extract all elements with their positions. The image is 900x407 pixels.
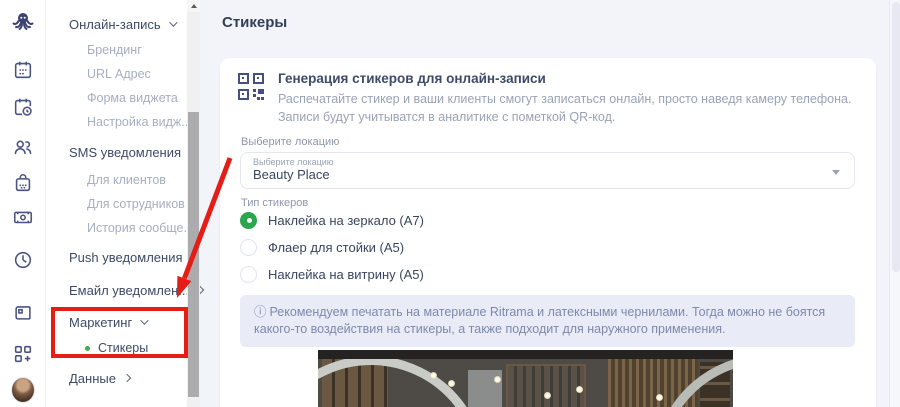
nav-label: Данные	[69, 371, 116, 386]
sidebar-nav: Онлайн-запись Брендинг URL Адрес Форма в…	[47, 0, 187, 407]
finance-icon[interactable]	[11, 205, 35, 229]
sidebar-item-for-staff[interactable]: Для сотрудников	[87, 195, 185, 213]
card-description: Распечатайте стикер и ваши клиенты смогу…	[278, 91, 858, 126]
stickers-card: Генерация стикеров для онлайн-записи Рас…	[220, 58, 876, 407]
page-title: Стикеры	[222, 14, 287, 31]
up-arrow-icon	[191, 4, 197, 8]
nav-label: SMS уведомления	[69, 145, 181, 160]
mirror-arc	[318, 356, 486, 407]
location-select[interactable]: Выберите локацию Beauty Place	[240, 152, 855, 189]
nav-label: Онлайн-запись	[69, 17, 161, 32]
nav-label: URL Адрес	[87, 67, 151, 81]
statistics-icon[interactable]	[11, 248, 35, 272]
radio-mirror-sticker[interactable]: Наклейка на зеркало (А7)	[240, 211, 424, 229]
radio-window-sticker[interactable]: Наклейка на витрину (А5)	[240, 265, 424, 283]
scrollbar-up-button[interactable]	[187, 0, 200, 12]
sidebar-item-widget-form[interactable]: Форма виджета	[87, 89, 178, 107]
app-window: Онлайн-запись Брендинг URL Адрес Форма в…	[0, 0, 900, 407]
radio-stand-flyer[interactable]: Флаер для стойки (А5)	[240, 238, 404, 256]
chevron-down-icon	[169, 18, 177, 26]
avatar	[11, 377, 35, 403]
sidebar-scrollbar[interactable]	[187, 0, 200, 407]
radio-label: Наклейка на зеркало (А7)	[268, 213, 424, 228]
page-scrollbar-thumb[interactable]	[892, 2, 900, 272]
calendar-icon[interactable]	[11, 58, 35, 82]
qr-code-icon	[238, 73, 266, 103]
icon-rail	[0, 0, 46, 407]
radio-unselected-icon[interactable]	[240, 266, 257, 283]
sidebar-item-sms-notifications[interactable]: SMS уведомления	[69, 143, 195, 161]
nav-label: Для клиентов	[87, 173, 166, 187]
salon-photo	[318, 350, 733, 407]
chevron-down-icon	[832, 170, 840, 175]
sidebar-item-stickers[interactable]: Стикеры	[85, 339, 148, 357]
calendar-clock-icon[interactable]	[11, 95, 35, 119]
widget-icon[interactable]	[11, 300, 35, 324]
main-content: Стикеры Генерация стикеров для онлайн-за…	[200, 0, 889, 407]
radio-label: Наклейка на витрину (А5)	[268, 267, 424, 282]
octopus-logo[interactable]	[11, 10, 35, 34]
nav-label: Настройка видж...	[87, 115, 192, 129]
sidebar-item-message-history[interactable]: История сообще...	[87, 219, 194, 237]
sidebar-item-widget-settings[interactable]: Настройка видж...	[87, 113, 192, 131]
info-text: Рекомендуем печатать на материале Ritram…	[254, 305, 825, 336]
apps-icon[interactable]	[11, 342, 35, 366]
sidebar-scrollbar-thumb[interactable]	[188, 112, 199, 397]
nav-label: Форма виджета	[87, 91, 178, 105]
card-title: Генерация стикеров для онлайн-записи	[278, 71, 546, 86]
select-inner-label: Выберите локацию	[253, 157, 842, 167]
sticker-type-label: Тип стикеров	[241, 197, 308, 209]
inventory-icon[interactable]	[11, 171, 35, 195]
sidebar-item-url-address[interactable]: URL Адрес	[87, 65, 151, 83]
radio-unselected-icon[interactable]	[240, 239, 257, 256]
info-note: ⓘРекомендуем печатать на материале Ritra…	[240, 295, 855, 347]
nav-label: История сообще...	[87, 221, 194, 235]
nav-label: Стикеры	[98, 341, 148, 355]
sidebar-item-email-notifications[interactable]: Емайл уведомлен...	[69, 281, 203, 299]
info-icon: ⓘ	[254, 304, 267, 321]
nav-label: Брендинг	[87, 43, 142, 57]
nav-label: Емайл уведомлен...	[69, 283, 189, 298]
sidebar-item-data[interactable]: Данные	[69, 369, 130, 387]
radio-label: Флаер для стойки (А5)	[268, 240, 404, 255]
clients-icon[interactable]	[11, 135, 35, 159]
nav-label: Для сотрудников	[87, 197, 185, 211]
nav-label: Push уведомления	[69, 250, 183, 265]
sidebar-item-marketing[interactable]: Маркетинг	[69, 313, 146, 331]
chevron-down-icon	[140, 316, 148, 324]
sidebar-item-for-clients[interactable]: Для клиентов	[87, 171, 166, 189]
radio-selected-icon[interactable]	[240, 212, 257, 229]
sidebar-item-online-booking[interactable]: Онлайн-запись	[69, 15, 175, 33]
sidebar-item-branding[interactable]: Брендинг	[87, 41, 142, 59]
select-value: Beauty Place	[253, 167, 842, 183]
location-label: Выберите локацию	[241, 136, 339, 148]
active-dot-icon	[85, 346, 90, 351]
chevron-right-icon	[123, 374, 131, 382]
profile-avatar[interactable]	[11, 378, 35, 402]
page-scrollbar[interactable]	[889, 0, 900, 407]
nav-label: Маркетинг	[69, 315, 132, 330]
sidebar-item-push-notifications[interactable]: Push уведомления	[69, 248, 197, 266]
